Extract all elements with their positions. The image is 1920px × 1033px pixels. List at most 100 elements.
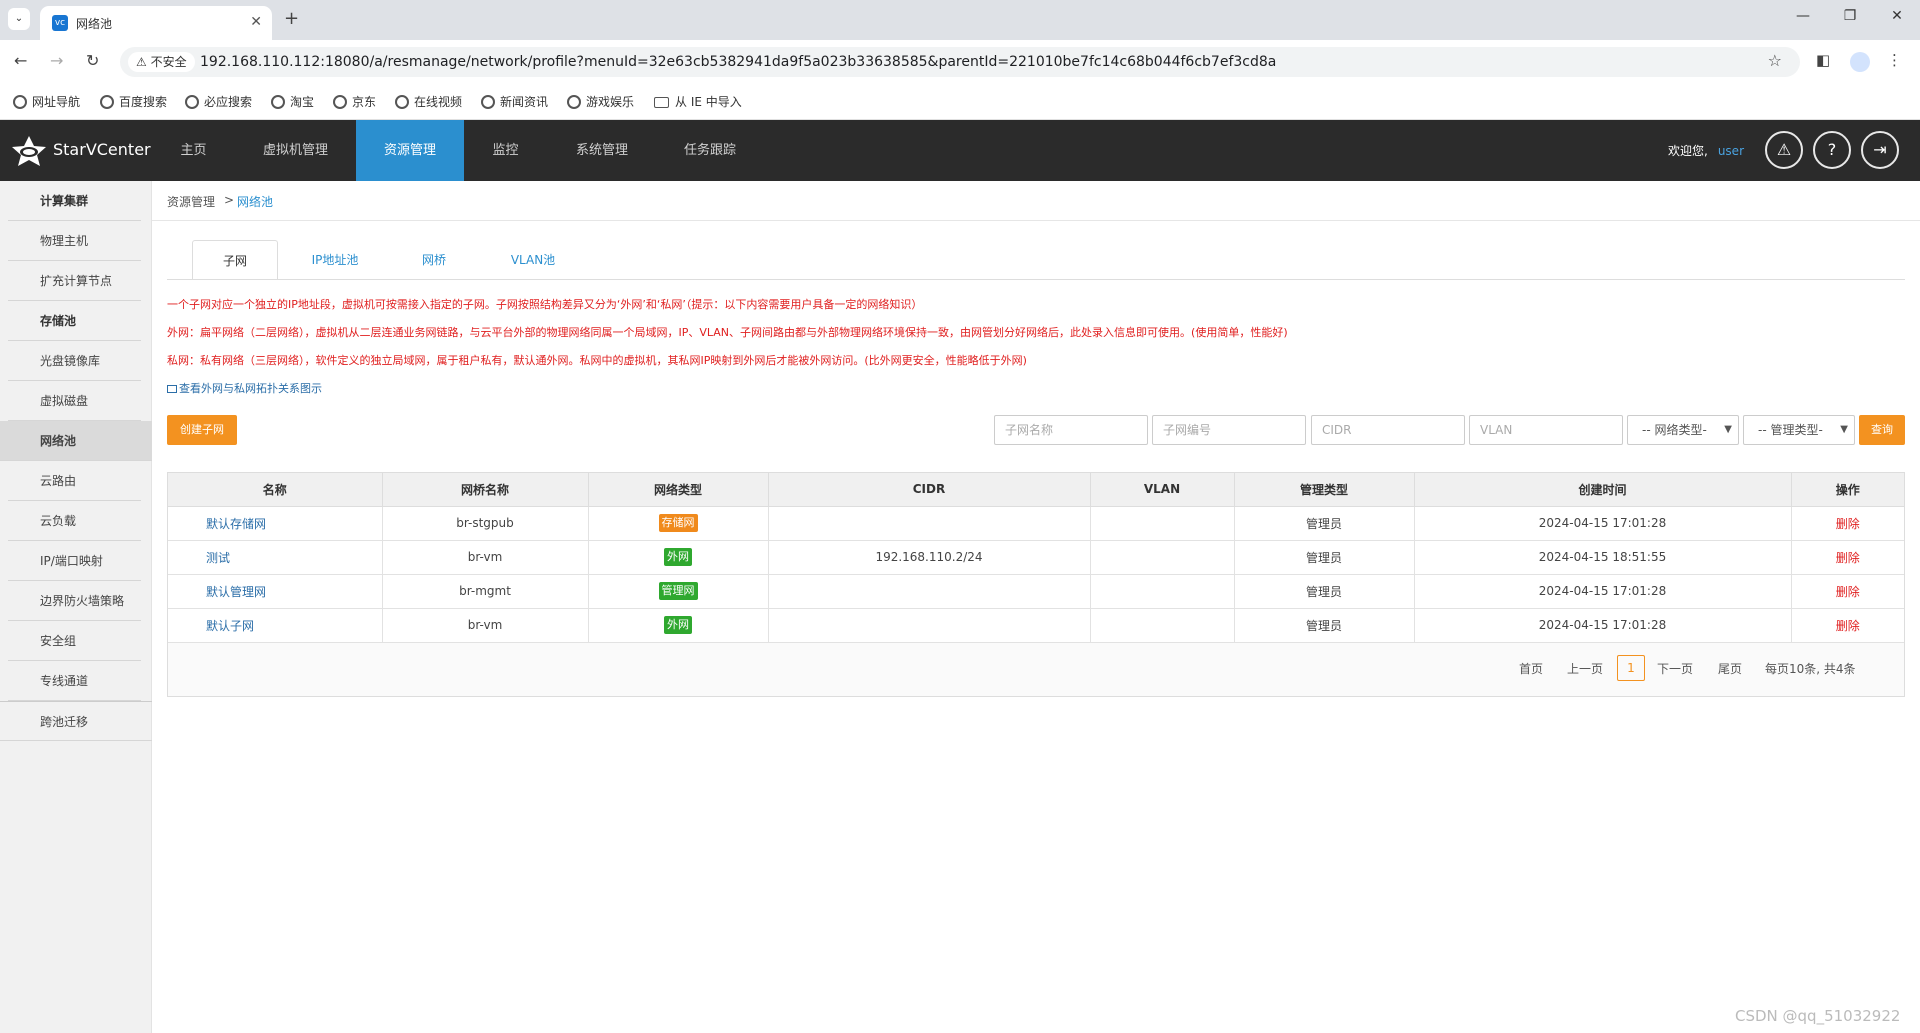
cidr-input[interactable]: CIDR (1311, 415, 1465, 445)
column-header[interactable]: 管理类型 (1233, 473, 1415, 507)
nav-resource-management[interactable]: 资源管理 (356, 120, 464, 181)
bookmark-star-icon[interactable]: ☆ (1768, 51, 1782, 70)
vlan-input[interactable]: VLAN (1469, 415, 1623, 445)
bookmark-item[interactable]: 游戏娱乐 (567, 93, 634, 110)
sidebar: 计算集群 物理主机 扩充计算节点 存储池 光盘镜像库 虚拟磁盘 网络池 云路由 … (0, 181, 152, 1033)
type-cell: 外网 (587, 607, 769, 643)
subnet-name-link[interactable]: 默认存储网 (168, 505, 383, 541)
delete-link[interactable]: 删除 (1790, 539, 1904, 575)
note-private-network: 私网：私有网络（三层网络），软件定义的独立局域网，属于租户私有，默认通外网。私网… (167, 354, 1027, 367)
delete-link[interactable]: 删除 (1790, 607, 1904, 643)
pager-next[interactable]: 下一页 (1657, 660, 1693, 677)
security-indicator[interactable]: ⚠ 不安全 (128, 52, 195, 72)
pager-last[interactable]: 尾页 (1718, 660, 1742, 677)
minimize-icon[interactable]: — (1788, 8, 1818, 24)
pager-prev[interactable]: 上一页 (1567, 660, 1603, 677)
profile-avatar-icon[interactable] (1850, 52, 1870, 72)
sidebar-item-cloud-router[interactable]: 云路由 (8, 461, 141, 501)
subnet-name-link[interactable]: 默认管理网 (168, 573, 383, 609)
sidebar-item-security-group[interactable]: 安全组 (8, 621, 141, 661)
breadcrumb-root[interactable]: 资源管理 (167, 193, 215, 210)
column-header[interactable]: 网桥名称 (381, 473, 589, 507)
globe-icon (271, 95, 285, 109)
nav-home[interactable]: 主页 (152, 120, 235, 181)
sidebar-item-expand-compute-node[interactable]: 扩充计算节点 (8, 261, 141, 301)
bookmark-item[interactable]: 百度搜索 (100, 93, 167, 110)
subnet-name-link[interactable]: 测试 (168, 539, 383, 575)
delete-link[interactable]: 删除 (1790, 505, 1904, 541)
network-type-badge: 外网 (664, 548, 692, 566)
restore-icon[interactable]: ❐ (1835, 8, 1865, 24)
browser-tab[interactable]: vc 网络池 ✕ (40, 6, 272, 40)
column-header[interactable]: 网络类型 (587, 473, 769, 507)
pager-first[interactable]: 首页 (1519, 660, 1543, 677)
bookmark-item[interactable]: 京东 (333, 93, 376, 110)
subnet-code-input[interactable]: 子网编号 (1152, 415, 1306, 445)
tab-vlan-pool[interactable]: VLAN池 (490, 240, 576, 280)
sidebar-item-cloud-load[interactable]: 云负载 (8, 501, 141, 541)
tab-bridge[interactable]: 网桥 (394, 240, 474, 280)
delete-link[interactable]: 删除 (1790, 573, 1904, 609)
bookmark-item[interactable]: 淘宝 (271, 93, 314, 110)
cidr-cell (767, 573, 1091, 609)
new-tab-plus-icon[interactable]: + (284, 8, 299, 29)
pager-current-page[interactable]: 1 (1617, 655, 1645, 681)
column-header[interactable]: VLAN (1089, 473, 1235, 507)
forward-arrow-icon[interactable]: → (50, 51, 63, 70)
sidebar-item-ip-port-mapping[interactable]: IP/端口映射 (8, 541, 141, 581)
sidebar-item-virtual-disk[interactable]: 虚拟磁盘 (8, 381, 141, 421)
tab-close-icon[interactable]: ✕ (250, 14, 262, 30)
table-row: 默认管理网 br-mgmt 管理网 管理员 2024-04-15 17:01:2… (168, 573, 1904, 609)
username-link[interactable]: user (1718, 144, 1744, 158)
column-header[interactable]: 创建时间 (1413, 473, 1792, 507)
reload-icon[interactable]: ↻ (86, 51, 99, 70)
sidebar-item-storage-pool[interactable]: 存储池 (8, 301, 141, 341)
bookmark-folder[interactable]: 从 IE 中导入 (654, 93, 742, 110)
side-panel-icon[interactable]: ◧ (1816, 51, 1830, 69)
nav-monitor[interactable]: 监控 (464, 120, 547, 181)
address-bar[interactable]: ⚠ 不安全 192.168.110.112:18080/a/resmanage/… (120, 47, 1800, 77)
breadcrumb-current[interactable]: 网络池 (237, 193, 273, 210)
bookmark-item[interactable]: 在线视频 (395, 93, 462, 110)
manage-type-select[interactable]: -- 管理类型- ▼ (1743, 415, 1855, 445)
bookmark-item[interactable]: 网址导航 (13, 93, 80, 110)
logout-icon[interactable]: ⇥ (1861, 131, 1899, 169)
more-menu-icon[interactable]: ⋮ (1887, 51, 1902, 69)
security-label: 不安全 (150, 55, 187, 69)
welcome-text: 欢迎您, user (1668, 144, 1745, 158)
manage-type-cell: 管理员 (1233, 505, 1415, 541)
sidebar-item-firewall-policy[interactable]: 边界防火墙策略 (8, 581, 141, 621)
subnet-name-link[interactable]: 默认子网 (168, 607, 383, 643)
sidebar-item-network-pool[interactable]: 网络池 (0, 421, 152, 461)
create-subnet-button[interactable]: 创建子网 (167, 415, 237, 445)
alert-warning-icon[interactable]: ⚠ (1765, 131, 1803, 169)
window-close-icon[interactable]: ✕ (1882, 8, 1912, 24)
tab-search-chevron-icon[interactable]: ⌄ (8, 8, 30, 30)
topology-link[interactable]: 查看外网与私网拓扑关系图示 (167, 380, 322, 396)
nav-task-tracking[interactable]: 任务跟踪 (657, 120, 763, 181)
help-icon[interactable]: ? (1813, 131, 1851, 169)
globe-icon (185, 95, 199, 109)
tab-favicon-icon: vc (52, 15, 68, 31)
network-type-select[interactable]: -- 网络类型- ▼ (1627, 415, 1739, 445)
tab-subnet[interactable]: 子网 (192, 240, 278, 280)
search-button[interactable]: 查询 (1859, 415, 1905, 445)
column-header[interactable]: 名称 (168, 473, 383, 507)
column-header[interactable]: CIDR (767, 473, 1091, 507)
subnet-name-input[interactable]: 子网名称 (994, 415, 1148, 445)
bookmark-item[interactable]: 新闻资讯 (481, 93, 548, 110)
url-text[interactable]: 192.168.110.112:18080/a/resmanage/networ… (200, 54, 1276, 70)
sidebar-item-dedicated-line[interactable]: 专线通道 (8, 661, 141, 701)
globe-icon (333, 95, 347, 109)
nav-system-management[interactable]: 系统管理 (547, 120, 657, 181)
sidebar-item-cross-pool-migration[interactable]: 跨池迁移 (0, 701, 152, 741)
sidebar-item-compute-cluster[interactable]: 计算集群 (8, 181, 141, 221)
nav-vm-management[interactable]: 虚拟机管理 (235, 120, 356, 181)
sidebar-item-iso-library[interactable]: 光盘镜像库 (8, 341, 141, 381)
table-row: 默认子网 br-vm 外网 管理员 2024-04-15 17:01:28 删除 (168, 607, 1904, 643)
warning-triangle-icon: ⚠ (136, 55, 151, 69)
bookmark-item[interactable]: 必应搜索 (185, 93, 252, 110)
tab-ip-pool[interactable]: IP地址池 (290, 240, 380, 280)
sidebar-item-physical-host[interactable]: 物理主机 (8, 221, 141, 261)
back-arrow-icon[interactable]: ← (14, 51, 27, 70)
